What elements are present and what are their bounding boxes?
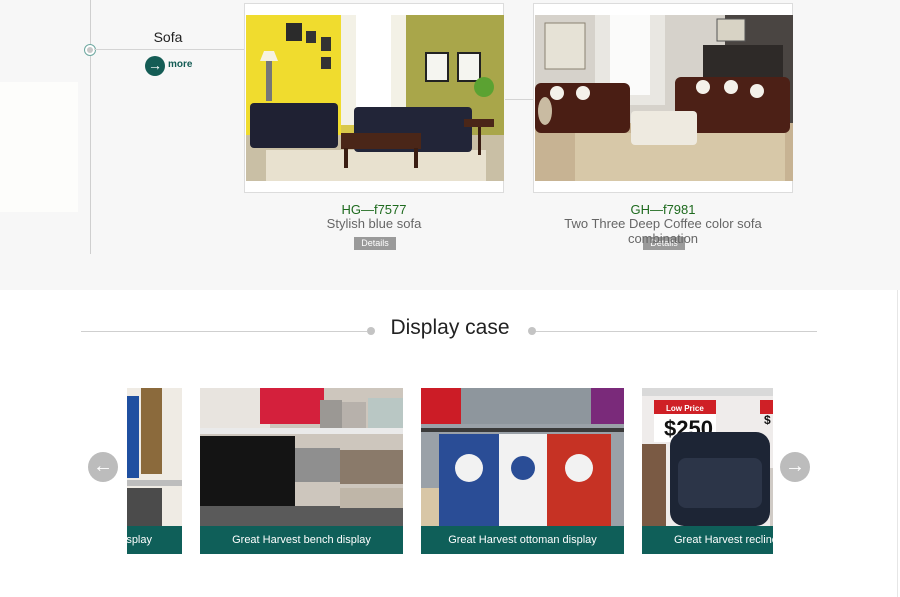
side-panel	[0, 82, 78, 212]
carousel-caption: Great Harvest recline	[642, 526, 773, 554]
section-divider-left	[81, 331, 367, 332]
product-connector	[505, 99, 533, 100]
display-carousel: isplay Great Harvest bench display	[127, 388, 773, 554]
category-title: Sofa	[153, 29, 183, 45]
carousel-caption: isplay	[127, 526, 182, 554]
product-image-blue-sofa[interactable]	[246, 15, 504, 181]
carousel-item-image[interactable]	[127, 388, 182, 526]
page-edge-divider	[897, 290, 898, 597]
product-code: GH—f7981	[630, 202, 696, 217]
carousel-caption: Great Harvest bench display	[200, 526, 403, 554]
timeline-line	[90, 0, 91, 254]
carousel-caption: Great Harvest ottoman display	[421, 526, 624, 554]
carousel-item[interactable]: Great Harvest bench display	[200, 388, 403, 554]
more-link[interactable]: more	[168, 59, 192, 70]
product-name: Two Three Deep Coffee color sofa combina…	[564, 216, 762, 246]
carousel-next-arrow-icon[interactable]: →	[780, 452, 810, 482]
carousel-item-image[interactable]: Low Price $250 $	[642, 388, 773, 526]
product-image-coffee-sofa[interactable]	[535, 15, 793, 181]
product-name: Stylish blue sofa	[326, 216, 422, 231]
carousel-item-image[interactable]	[421, 388, 624, 526]
product-card[interactable]	[244, 3, 504, 193]
carousel-item[interactable]: isplay	[127, 388, 182, 554]
price-sign-partial: $	[764, 413, 771, 427]
timeline-connector	[94, 49, 246, 50]
section-divider-right	[533, 331, 817, 332]
carousel-prev-arrow-icon[interactable]: ←	[88, 452, 118, 482]
low-price-sign: Low Price	[666, 404, 704, 413]
section-title: Display case	[390, 316, 510, 339]
details-button[interactable]: Details	[354, 237, 396, 250]
carousel-item[interactable]: Low Price $250 $ Great Harvest recline	[642, 388, 773, 554]
timeline-node-icon	[84, 44, 96, 56]
carousel-item-image[interactable]	[200, 388, 403, 526]
product-card[interactable]	[533, 3, 793, 193]
carousel-item[interactable]: Great Harvest ottoman display	[421, 388, 624, 554]
product-code: HG—f7577	[341, 202, 407, 217]
more-arrow-icon[interactable]: →	[145, 56, 165, 76]
